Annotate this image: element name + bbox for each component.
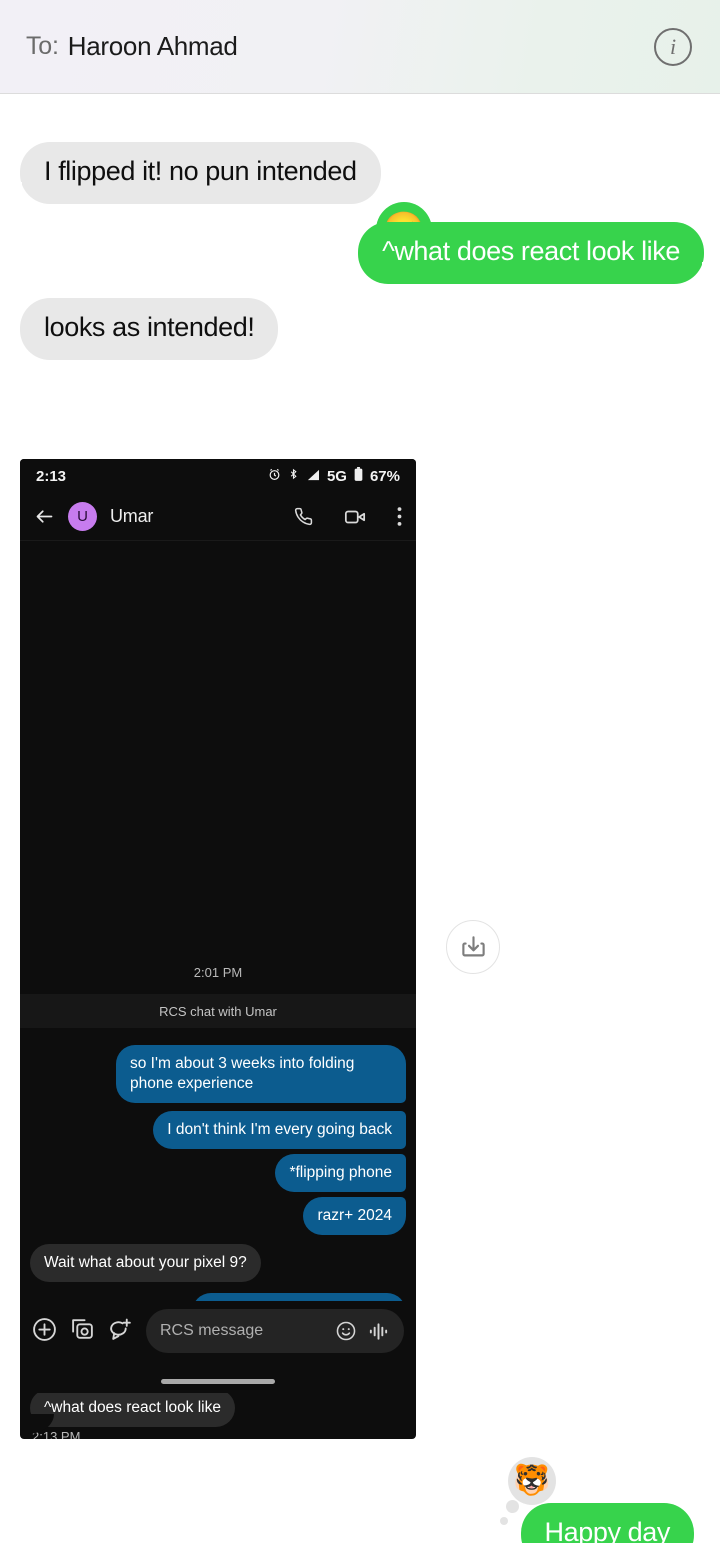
phone-message-bubble-sent[interactable]: I don't think I'm every going back [153,1111,406,1150]
emoji-smiley-icon[interactable] [335,1320,357,1342]
phone-message-row-sent: razr+ 2024 [303,1197,406,1236]
bluetooth-icon [288,467,299,485]
status-time: 2:13 [36,467,67,485]
download-icon[interactable] [446,920,500,974]
conversation-header: To: Haroon Ahmad i [0,0,720,94]
sticker-bubble-icon[interactable] [108,1309,133,1342]
phone-message-row-sent: so I'm about 3 weeks into folding phone … [116,1045,406,1104]
phone-message-bubble-sent[interactable]: so I'm about 3 weeks into folding phone … [116,1045,406,1104]
home-gesture-pill[interactable] [20,1379,416,1384]
rcs-banner: RCS chat with Umar [20,994,416,1028]
plus-circle-icon[interactable] [32,1309,57,1342]
more-vertical-icon[interactable] [397,507,402,526]
phone-composer: RCS message [20,1301,416,1393]
message-row-outgoing: ^what does react look like [358,222,718,284]
message-bubble-outgoing[interactable]: Happy day [520,1503,694,1543]
phone-status-bar: 2:13 5G 67% [20,459,416,493]
back-arrow-icon[interactable] [34,506,55,527]
contact-name[interactable]: Umar [110,506,281,527]
to-label: To: [26,32,59,60]
alarm-icon [268,468,281,485]
network-type: 5G [326,467,347,485]
contact-avatar[interactable]: U [68,502,97,531]
phone-message-row-sent: *flipping phone [275,1154,406,1193]
gesture-bar [161,1379,275,1384]
message-text: looks as intended! [44,312,255,342]
reaction-dot-large [506,1500,519,1513]
gallery-camera-icon[interactable] [70,1309,95,1342]
message-text: Happy day [544,1517,671,1543]
phone-message-bubble-received[interactable]: Wait what about your pixel 9? [30,1244,261,1283]
phone-message-text: Wait what about your pixel 9? [44,1254,247,1271]
video-camera-icon[interactable] [344,506,366,528]
info-icon[interactable]: i [654,27,692,66]
phone-message-text: ^what does react look like [44,1399,222,1416]
phone-message-row-received: Wait what about your pixel 9? [30,1244,261,1283]
phone-message-text: razr+ 2024 [317,1207,392,1224]
message-row-outgoing: Happy day [520,1503,694,1543]
phone-message-bubble-sent[interactable]: razr+ 2024 [303,1197,406,1236]
phone-message-row-received: ^what does react look like [30,1389,236,1428]
message-bubble-incoming[interactable]: looks as intended! [20,298,279,360]
emoji-tiger: 🐯 [513,1464,551,1497]
voice-waveform-icon[interactable] [367,1320,390,1343]
reaction-dot-small [500,1517,508,1525]
signal-icon [306,468,320,485]
message-thread: I flipped it! no pun intended 😆 ^what do… [0,94,720,1543]
rcs-banner-text: RCS chat with Umar [159,1003,277,1019]
avatar-initial: U [77,508,88,525]
message-text: ^what does react look like [382,236,680,266]
phone-message-text: so I'm about 3 weeks into folding phone … [130,1055,355,1093]
battery-icon [354,467,363,485]
rcs-message-input[interactable]: RCS message [146,1309,404,1353]
battery-percent: 67% [369,467,400,485]
phone-message-bubble-sent[interactable]: *flipping phone [275,1154,406,1193]
input-placeholder: RCS message [160,1322,264,1339]
phone-chat-canvas: 2:01 PM RCS chat with Umar so I'm about … [20,541,416,1439]
message-text: I flipped it! no pun intended [44,156,357,186]
phone-app-bar: U Umar [20,493,416,541]
reaction-bubble-tiger[interactable]: 🐯 [500,1457,556,1525]
message-timestamp: 2:13 PM [32,1429,81,1439]
embedded-screenshot[interactable]: 2:13 5G 67% U Umar 2:01 PM RCS chat with… [20,459,416,1439]
info-glyph: i [669,33,677,59]
phone-message-text: I don't think I'm every going back [167,1121,392,1138]
message-bubble-outgoing[interactable]: ^what does react look like [358,222,718,284]
phone-icon[interactable] [294,507,313,526]
phone-message-bubble-received[interactable]: ^what does react look like [30,1389,236,1428]
conversation-timestamp: 2:01 PM [193,965,243,980]
recipient-name[interactable]: Haroon Ahmad [68,31,238,62]
message-row-incoming: looks as intended! [20,298,279,360]
phone-message-row-sent: I don't think I'm every going back [153,1111,406,1150]
message-bubble-incoming[interactable]: I flipped it! no pun intended [6,142,381,204]
phone-message-text: *flipping phone [289,1164,392,1181]
message-row-incoming: I flipped it! no pun intended [6,142,381,204]
